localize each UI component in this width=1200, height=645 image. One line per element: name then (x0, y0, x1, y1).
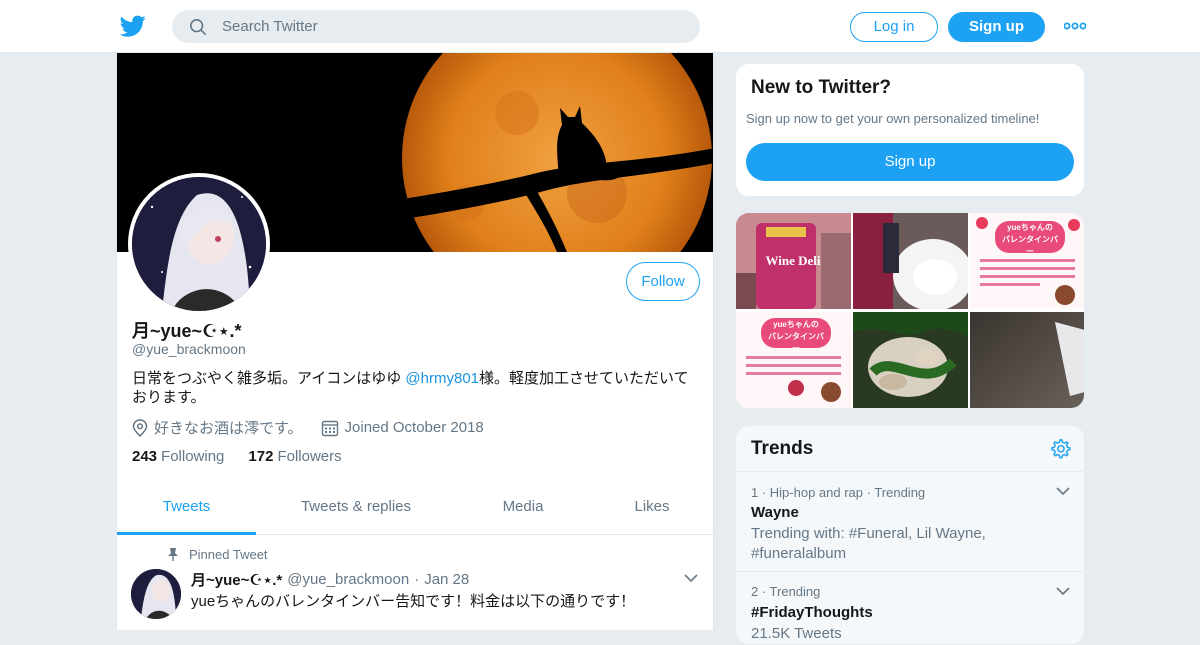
media-thumb[interactable]: Wine Deli (736, 213, 851, 309)
bio-mention-link[interactable]: @hrmy801 (405, 370, 479, 387)
trend-description: 21.5K Tweets (751, 625, 842, 642)
pinned-label: Pinned Tweet (167, 547, 268, 562)
media-thumb-caption-line: バレンタインバー (768, 332, 824, 353)
media-thumb-caption: Wine Deli (765, 253, 821, 268)
pin-icon (168, 548, 178, 561)
profile-meta: 好きなお酒は澪です。 Joined October 2018 (132, 417, 502, 438)
media-thumb-caption-line: yueちゃんの (773, 320, 819, 329)
gear-icon[interactable] (1049, 438, 1071, 460)
chevron-down-icon[interactable] (1056, 586, 1070, 596)
location-text: 好きなお酒は澪です。 (154, 420, 303, 437)
trend-item[interactable]: 1 · Hip-hop and rap · Trending Wayne Tre… (736, 472, 1084, 572)
location-item: 好きなお酒は澪です。 (132, 417, 303, 438)
calendar-icon (321, 420, 338, 436)
tweet-text: yueちゃんのバレンタインバー告知です！料金は以下の通りです！ (191, 593, 636, 610)
more-options-icon[interactable] (1064, 20, 1086, 32)
followers-count: 172 (248, 448, 274, 465)
joined-item: Joined October 2018 (321, 419, 484, 437)
tab-media[interactable]: Media (456, 483, 590, 535)
following-count: 243 (132, 448, 158, 465)
profile-counts: 243 Following 172 Followers (132, 448, 366, 465)
trend-description: Trending with: #Funeral, Lil Wayne, #fun… (751, 525, 986, 562)
tab-tweets[interactable]: Tweets (117, 483, 256, 535)
followers-link[interactable]: 172 Followers (248, 448, 341, 465)
new-to-twitter-subtitle: Sign up now to get your own personalized… (746, 111, 1040, 126)
media-thumb[interactable] (853, 312, 968, 408)
media-thumb-caption: yueちゃんの バレンタインバー (766, 319, 826, 355)
new-to-twitter-card: New to Twitter? Sign up now to get your … (735, 63, 1085, 197)
location-pin-icon (132, 418, 148, 437)
profile-bio: 日常をつぶやく雑多垢。アイコンはゆゆ @hrmy801様。軽度加工させていただい… (132, 369, 702, 407)
media-thumb[interactable] (970, 312, 1084, 408)
media-thumb-caption-line: バレンタインバー (1002, 235, 1058, 256)
pinned-text: Pinned Tweet (189, 547, 268, 562)
follow-button[interactable]: Follow (626, 262, 700, 301)
media-grid: Wine Deli yueちゃんの バレンタインバー yueちゃんの バレンタイ… (735, 212, 1085, 409)
tweet-header: 月~yue~☪︎⋆.* @yue_brackmoon · Jan 28 (191, 569, 469, 590)
media-thumb[interactable]: yueちゃんの バレンタインバー (970, 213, 1084, 309)
profile-handle[interactable]: @yue_brackmoon (132, 341, 246, 357)
following-label: Following (161, 448, 225, 465)
profile-tabs: Tweets Tweets & replies Media Likes (117, 483, 713, 535)
tab-tweets-replies[interactable]: Tweets & replies (256, 483, 456, 535)
tweet-author-handle[interactable]: @yue_brackmoon (287, 571, 409, 588)
top-nav-bar: Log in Sign up (0, 0, 1200, 53)
profile-column: Follow 月~yue~☪︎⋆.* @yue_brackmoon 日常をつぶや… (116, 53, 714, 630)
trends-title: Trends (751, 438, 814, 459)
trend-context: 2 · Trending (751, 584, 821, 599)
search-box[interactable] (172, 10, 700, 43)
media-thumb-caption: yueちゃんの バレンタインバー (1000, 222, 1060, 258)
followers-label: Followers (277, 448, 342, 465)
new-to-twitter-title: New to Twitter? (751, 77, 892, 98)
trend-context: 1 · Hip-hop and rap · Trending (751, 485, 926, 500)
search-input[interactable] (222, 10, 682, 43)
trends-header: Trends (736, 426, 1084, 472)
chevron-down-icon[interactable] (1056, 486, 1070, 496)
bio-text-start: 日常をつぶやく雑多垢。アイコンはゆゆ (132, 370, 406, 387)
sidebar-signup-button[interactable]: Sign up (746, 143, 1074, 181)
media-thumb[interactable]: yueちゃんの バレンタインバー (736, 312, 851, 408)
trends-card: Trends 1 · Hip-hop and rap · Trending Wa… (735, 425, 1085, 645)
tweet-author-name[interactable]: 月~yue~☪︎⋆.* (191, 569, 282, 590)
search-icon (189, 18, 207, 36)
tweet-dot-separator: · (414, 571, 420, 588)
tab-likes[interactable]: Likes (590, 483, 713, 535)
tweet-date[interactable]: Jan 28 (424, 571, 469, 588)
chevron-down-icon[interactable] (684, 573, 698, 583)
trend-name: Wayne (751, 504, 799, 521)
tweet-avatar[interactable] (131, 569, 181, 619)
trend-item[interactable]: 2 · Trending #FridayThoughts 21.5K Tweet… (736, 573, 1084, 644)
signup-button[interactable]: Sign up (948, 12, 1045, 42)
media-thumb[interactable] (853, 213, 968, 309)
profile-display-name: 月~yue~☪︎⋆.* (132, 321, 242, 341)
joined-text: Joined October 2018 (344, 419, 484, 436)
trend-name: #FridayThoughts (751, 604, 873, 621)
profile-avatar[interactable] (128, 173, 270, 315)
following-link[interactable]: 243 Following (132, 448, 224, 465)
media-thumb-caption-line: yueちゃんの (1007, 223, 1053, 232)
twitter-bird-logo-icon[interactable] (120, 13, 146, 39)
login-button[interactable]: Log in (850, 12, 938, 42)
